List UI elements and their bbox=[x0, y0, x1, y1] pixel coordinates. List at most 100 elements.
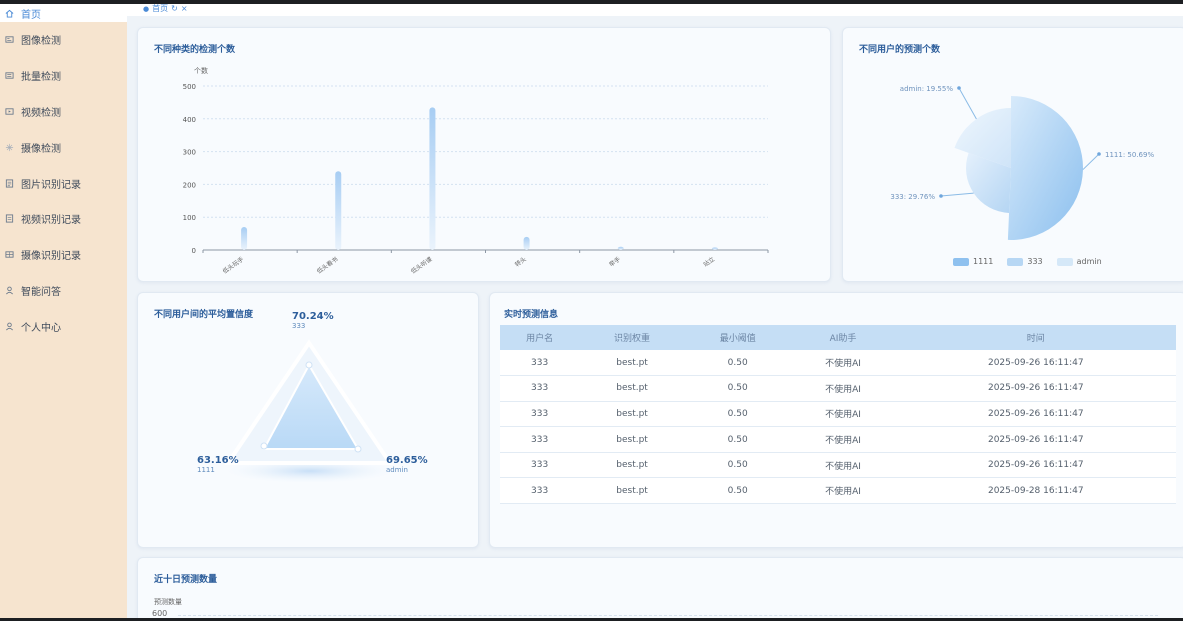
y-tick-label: 400 bbox=[183, 116, 196, 124]
sidebar-item-camera-detect[interactable]: 摄像检测 bbox=[0, 129, 127, 165]
sidebar-item-camera-record[interactable]: 摄像识别记录 bbox=[0, 237, 127, 273]
column-header[interactable]: 识别权重 bbox=[579, 325, 685, 350]
user-count-panel: 不同用户的预测个数 1111: 50.69% 333: 29.76% admin: … bbox=[842, 27, 1183, 282]
pie-label-line bbox=[958, 87, 977, 120]
sidebar-item-label: 视频识别记录 bbox=[21, 215, 81, 227]
home-icon bbox=[4, 8, 15, 19]
pie-legend: 1111 333 admin bbox=[953, 257, 1102, 266]
table-cell: best.pt bbox=[579, 452, 685, 479]
user-icon bbox=[4, 321, 15, 332]
pie-label: admin: 19.55% bbox=[900, 85, 954, 93]
table-cell: 0.50 bbox=[684, 426, 791, 453]
category-count-panel: 不同种类的检测个数 个数 500 400 300 200 100 0 低头玩手 低头看书 低头听课… bbox=[137, 27, 831, 282]
table-cell: 不使用AI bbox=[790, 452, 896, 479]
dot-icon: ● bbox=[143, 4, 150, 13]
refresh-icon[interactable]: ↻ bbox=[171, 4, 178, 13]
tab-label: 首页 bbox=[152, 4, 169, 13]
radar-label-admin: 69.65% admin bbox=[386, 455, 428, 474]
sidebar-item-smart-qa[interactable]: 智能问答 bbox=[0, 273, 127, 309]
bar bbox=[617, 246, 624, 250]
column-header[interactable]: 时间 bbox=[895, 325, 1176, 350]
sidebar-item-label: 摄像识别记录 bbox=[21, 251, 81, 263]
table-row[interactable]: 333 best.pt 0.50 不使用AI 2025-09-26 16:11:47 bbox=[500, 401, 1176, 428]
x-tick-label: 低头听课 bbox=[409, 255, 433, 275]
video-icon bbox=[4, 106, 15, 117]
legend-item[interactable]: 1111 bbox=[953, 257, 993, 266]
ten-day-panel: 近十日预测数量 预测数量 600 bbox=[137, 557, 1183, 621]
grid-line bbox=[178, 615, 1158, 616]
sidebar-item-video-record[interactable]: 视频识别记录 bbox=[0, 201, 127, 237]
table-cell: 0.50 bbox=[684, 401, 791, 428]
table-cell: 333 bbox=[500, 350, 580, 377]
table-row[interactable]: 333 best.pt 0.50 不使用AI 2025-09-26 16:11:47 bbox=[500, 350, 1176, 377]
table-cell: 2025-09-26 16:11:47 bbox=[895, 426, 1176, 453]
column-header[interactable]: 最小阈值 bbox=[684, 325, 791, 350]
pie-slice bbox=[1007, 96, 1083, 240]
radar-label-333: 70.24% 333 bbox=[292, 311, 334, 330]
y-tick-label: 300 bbox=[183, 149, 196, 157]
sidebar-item-label: 图片识别记录 bbox=[21, 179, 81, 191]
table-cell: 333 bbox=[500, 375, 580, 402]
pie-label: 333: 29.76% bbox=[890, 193, 935, 201]
table-cell: best.pt bbox=[579, 375, 685, 402]
table-row[interactable]: 333 best.pt 0.50 不使用AI 2025-09-26 16:11:47 bbox=[500, 426, 1176, 453]
radar-label-1111: 63.16% 1111 bbox=[197, 455, 239, 474]
sidebar-item-video-detect[interactable]: 视频检测 bbox=[0, 94, 127, 130]
y-tick-label: 100 bbox=[183, 214, 196, 222]
y-tick-label: 600 bbox=[152, 609, 168, 618]
vertex-admin bbox=[354, 445, 362, 453]
x-tick-label: 低头玩手 bbox=[221, 255, 245, 275]
sidebar-item-image-detect[interactable]: 图像检测 bbox=[0, 22, 127, 58]
table-cell: 不使用AI bbox=[790, 350, 896, 377]
column-header[interactable]: 用户名 bbox=[500, 325, 580, 350]
camera-record-icon bbox=[4, 249, 15, 260]
sidebar-item-label: 图像检测 bbox=[21, 36, 61, 48]
table-cell: 2025-09-28 16:11:47 bbox=[895, 477, 1176, 505]
table-row[interactable]: 333 best.pt 0.50 不使用AI 2025-09-26 16:11:47 bbox=[500, 452, 1176, 479]
legend-item[interactable]: 333 bbox=[1007, 257, 1043, 266]
pie-label-dot bbox=[957, 86, 961, 90]
table-row[interactable]: 333 best.pt 0.50 不使用AI 2025-09-26 16:11:47 bbox=[500, 375, 1176, 402]
column-header[interactable]: AI助手 bbox=[790, 325, 896, 350]
x-tick-label: 转头 bbox=[513, 255, 527, 268]
table-cell: 0.50 bbox=[684, 477, 791, 505]
sidebar-item-batch-detect[interactable]: 批量检测 bbox=[0, 58, 127, 94]
confidence-panel: 不同用户间的平均置信度 70.24% 333 63.16% 1111 69.65… bbox=[137, 292, 479, 548]
panel-title: 实时预测信息 bbox=[504, 310, 559, 320]
camera-icon bbox=[4, 142, 15, 153]
legend-item[interactable]: admin bbox=[1056, 257, 1102, 266]
pie-label-dot bbox=[1097, 152, 1101, 156]
table-cell: 333 bbox=[500, 401, 580, 428]
bar bbox=[429, 107, 436, 250]
close-icon[interactable]: × bbox=[181, 4, 188, 13]
bar bbox=[523, 236, 530, 250]
sidebar-item-image-record[interactable]: 图片识别记录 bbox=[0, 165, 127, 201]
tabs-bar: ● 首页 ↻ × bbox=[127, 4, 1183, 16]
y-axis-label: 个数 bbox=[194, 66, 208, 75]
y-tick-label: 0 bbox=[192, 247, 196, 255]
video-record-icon bbox=[4, 213, 15, 224]
tab-home[interactable]: ● 首页 ↻ × bbox=[143, 3, 188, 14]
table-cell: best.pt bbox=[579, 426, 685, 453]
table-cell: 不使用AI bbox=[790, 401, 896, 428]
y-axis-label: 预测数量 bbox=[154, 598, 182, 606]
y-tick-label: 500 bbox=[183, 83, 196, 91]
sidebar-item-profile[interactable]: 个人中心 bbox=[0, 308, 127, 344]
sidebar-item-home[interactable]: 首页 bbox=[0, 4, 127, 22]
sidebar-item-label: 个人中心 bbox=[21, 322, 61, 334]
table-cell: 不使用AI bbox=[790, 477, 896, 505]
sidebar-item-label: 批量检测 bbox=[21, 72, 61, 84]
realtime-panel: 实时预测信息 用户名 识别权重 最小阈值 AI助手 时间 333 best.pt 0… bbox=[489, 292, 1183, 548]
table-cell: 0.50 bbox=[684, 375, 791, 402]
table-row[interactable]: 333 best.pt 0.50 不使用AI 2025-09-28 16:11:47 bbox=[500, 477, 1176, 505]
table-cell: 2025-09-26 16:11:47 bbox=[895, 375, 1176, 402]
table-cell: 0.50 bbox=[684, 350, 791, 377]
panel-title: 近十日预测数量 bbox=[154, 575, 218, 585]
image-record-icon bbox=[4, 178, 15, 189]
pie-label: 1111: 50.69% bbox=[1105, 151, 1154, 159]
sidebar-item-label: 首页 bbox=[21, 9, 41, 21]
table-cell: 2025-09-26 16:11:47 bbox=[895, 401, 1176, 428]
table-cell: best.pt bbox=[579, 350, 685, 377]
x-tick-label: 低头看书 bbox=[315, 255, 339, 275]
table-cell: 2025-09-26 16:11:47 bbox=[895, 452, 1176, 479]
